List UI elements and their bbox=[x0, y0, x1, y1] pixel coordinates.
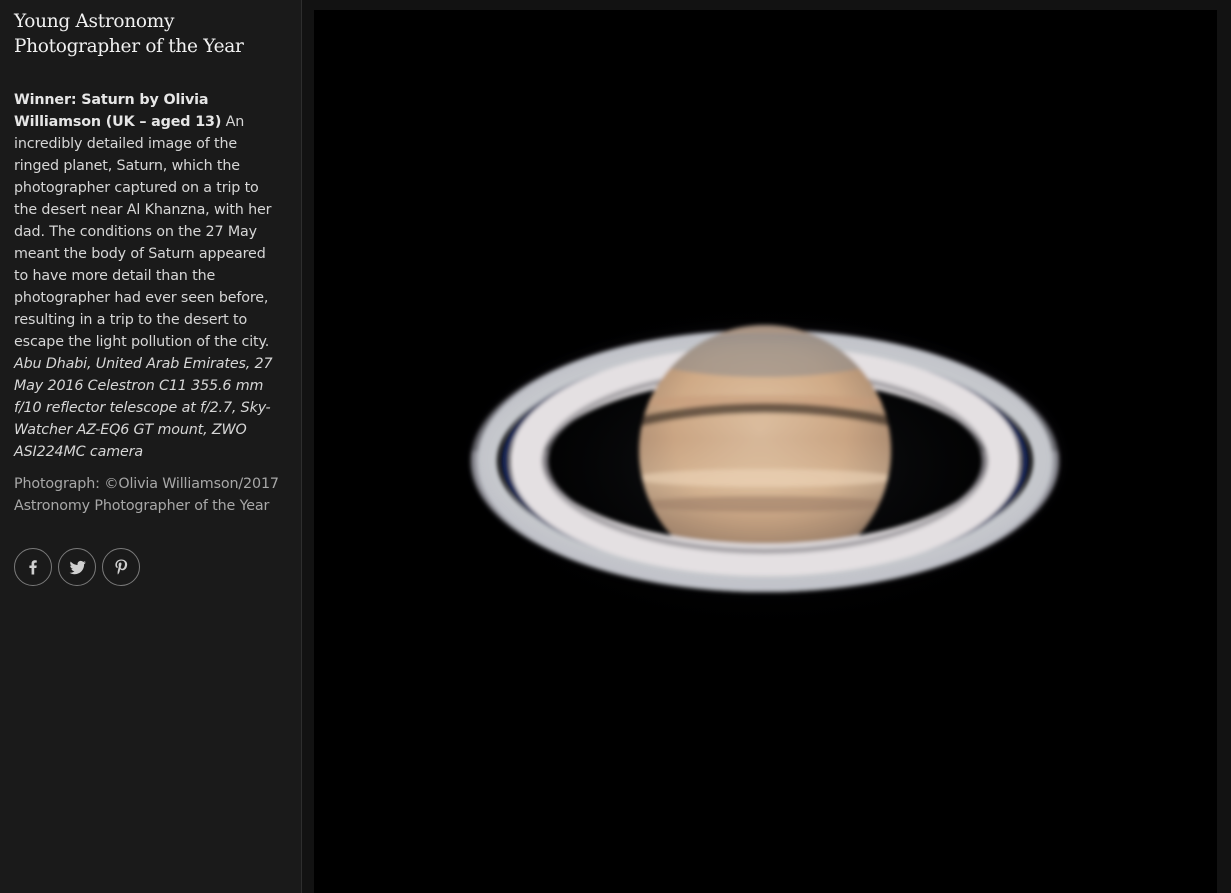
gallery-title: Young Astronomy Photographer of the Year bbox=[14, 11, 244, 57]
caption-winner: Winner: Saturn by Olivia Williamson (UK … bbox=[14, 92, 222, 130]
facebook-icon bbox=[24, 558, 42, 576]
share-facebook-button[interactable] bbox=[14, 548, 52, 586]
photo-caption: Winner: Saturn by Olivia Williamson (UK … bbox=[14, 89, 282, 463]
share-pinterest-button[interactable] bbox=[102, 548, 140, 586]
caption-description: An incredibly detailed image of the ring… bbox=[14, 114, 272, 350]
photo-frame bbox=[314, 10, 1217, 893]
share-twitter-button[interactable] bbox=[58, 548, 96, 586]
photo-credit: Photograph: ©Olivia Williamson/2017 Astr… bbox=[14, 476, 279, 514]
saturn-photo bbox=[435, 285, 1095, 645]
caption-details: Abu Dhabi, United Arab Emirates, 27 May … bbox=[14, 356, 273, 460]
pinterest-icon bbox=[113, 558, 129, 576]
twitter-icon bbox=[68, 558, 87, 577]
caption-sidebar: Young Astronomy Photographer of the Year… bbox=[0, 0, 302, 893]
share-buttons bbox=[14, 548, 140, 586]
